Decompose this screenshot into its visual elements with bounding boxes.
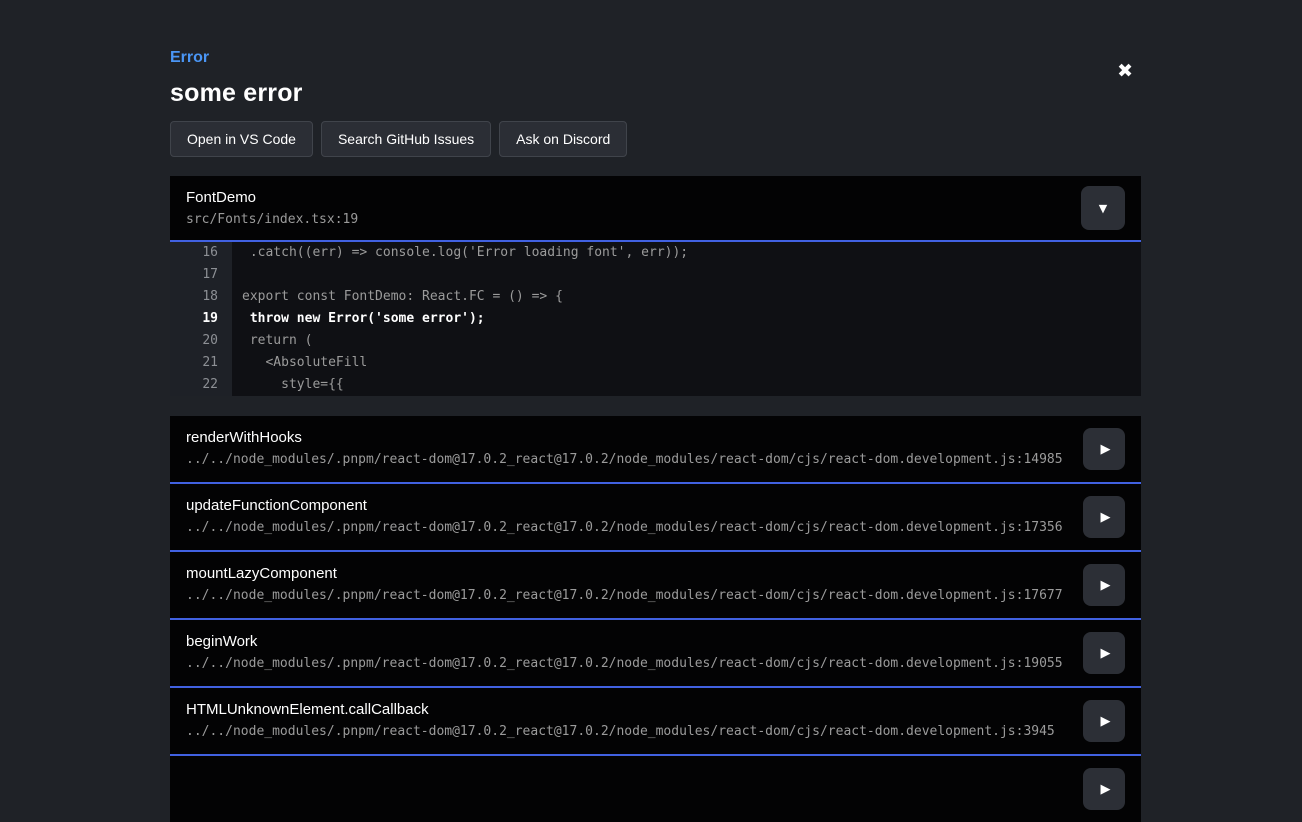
chevron-down-icon: ▼ xyxy=(1099,203,1107,214)
expand-frame-button[interactable]: ▶ xyxy=(1083,700,1125,742)
action-button[interactable]: Ask on Discord xyxy=(499,121,627,157)
action-buttons-row: Open in VS Code Search GitHub Issues Ask… xyxy=(170,121,1141,157)
line-source xyxy=(232,264,242,286)
line-number: 18 xyxy=(170,286,232,308)
line-number: 20 xyxy=(170,330,232,352)
stack-frame-location: ../../node_modules/.pnpm/react-dom@17.0.… xyxy=(186,520,1125,536)
stack-frame-function-name: beginWork xyxy=(186,633,1125,651)
play-icon: ▶ xyxy=(1101,783,1111,796)
line-number: 21 xyxy=(170,352,232,374)
code-frame-location: src/Fonts/index.tsx:19 xyxy=(186,212,1125,228)
error-message: some error xyxy=(170,80,1141,106)
code-line: 17 xyxy=(170,264,1141,286)
play-icon: ▶ xyxy=(1101,579,1111,592)
error-overlay: ✖ Error some error Open in VS Code Searc… xyxy=(170,48,1141,822)
line-source: style={{ xyxy=(232,374,344,396)
expand-frame-button[interactable]: ▶ xyxy=(1083,428,1125,470)
play-icon: ▶ xyxy=(1101,443,1111,456)
line-number: 22 xyxy=(170,374,232,396)
line-number: 17 xyxy=(170,264,232,286)
error-type-label: Error xyxy=(170,48,1141,67)
code-body: 16 .catch((err) => console.log('Error lo… xyxy=(170,242,1141,396)
code-line: 16 .catch((err) => console.log('Error lo… xyxy=(170,242,1141,264)
code-frame: FontDemo src/Fonts/index.tsx:19 ▼ 16 .ca… xyxy=(170,176,1141,396)
play-icon: ▶ xyxy=(1101,647,1111,660)
code-line: 22 style={{ xyxy=(170,374,1141,396)
play-icon: ▶ xyxy=(1101,511,1111,524)
expand-frame-button[interactable]: ▶ xyxy=(1083,564,1125,606)
action-button[interactable]: Search GitHub Issues xyxy=(321,121,491,157)
code-line: 21 <AbsoluteFill xyxy=(170,352,1141,374)
code-frame-header: FontDemo src/Fonts/index.tsx:19 ▼ xyxy=(170,176,1141,242)
stack-frame-function-name: updateFunctionComponent xyxy=(186,497,1125,515)
line-source: <AbsoluteFill xyxy=(232,352,367,374)
line-source: .catch((err) => console.log('Error loadi… xyxy=(232,242,688,264)
line-number: 19 xyxy=(170,308,232,330)
stack-frame-function-name: HTMLUnknownElement.callCallback xyxy=(186,701,1125,719)
stack-frame-row: mountLazyComponent ../../node_modules/.p… xyxy=(170,552,1141,620)
stack-frame-location: ../../node_modules/.pnpm/react-dom@17.0.… xyxy=(186,724,1125,740)
line-source: export const FontDemo: React.FC = () => … xyxy=(232,286,563,308)
line-number: 16 xyxy=(170,242,232,264)
stack-frame-location: ../../node_modules/.pnpm/react-dom@17.0.… xyxy=(186,656,1125,672)
close-icon[interactable]: ✖ xyxy=(1117,62,1133,81)
stack-frame-row: beginWork ../../node_modules/.pnpm/react… xyxy=(170,620,1141,688)
stack-frame-row: renderWithHooks ../../node_modules/.pnpm… xyxy=(170,416,1141,484)
stack-frame-location: ../../node_modules/.pnpm/react-dom@17.0.… xyxy=(186,588,1125,604)
line-source: throw new Error('some error'); xyxy=(232,308,485,330)
code-line: 18 export const FontDemo: React.FC = () … xyxy=(170,286,1141,308)
expand-frame-button[interactable]: ▶ xyxy=(1083,632,1125,674)
expand-frame-button[interactable]: ▶ xyxy=(1083,496,1125,538)
code-line: 19 throw new Error('some error'); xyxy=(170,308,1141,330)
code-frame-function-name: FontDemo xyxy=(186,189,1125,207)
stack-frame-row: HTMLUnknownElement.callCallback ../../no… xyxy=(170,688,1141,756)
line-source: return ( xyxy=(232,330,312,352)
stack-frame-function-name: mountLazyComponent xyxy=(186,565,1125,583)
code-line: 20 return ( xyxy=(170,330,1141,352)
stack-frame-list: renderWithHooks ../../node_modules/.pnpm… xyxy=(170,416,1141,822)
action-button[interactable]: Open in VS Code xyxy=(170,121,313,157)
play-icon: ▶ xyxy=(1101,715,1111,728)
expand-frame-button[interactable]: ▶ xyxy=(1083,768,1125,810)
collapse-code-button[interactable]: ▼ xyxy=(1081,186,1125,230)
stack-frame-function-name: renderWithHooks xyxy=(186,429,1125,447)
stack-frame-location: ../../node_modules/.pnpm/react-dom@17.0.… xyxy=(186,452,1125,468)
stack-frame-row: updateFunctionComponent ../../node_modul… xyxy=(170,484,1141,552)
stack-frame-row-partial: ▶ xyxy=(170,756,1141,822)
